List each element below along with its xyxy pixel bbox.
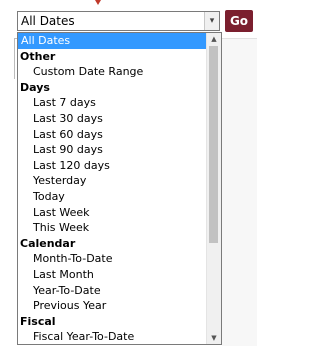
date-range-select[interactable]: All Dates ▾ <box>17 11 220 31</box>
dropdown-option[interactable]: Last 120 days <box>18 158 208 174</box>
option-list: All Dates Other Custom Date Range Days Last … <box>18 33 208 344</box>
date-range-dropdown-list[interactable]: All Dates Other Custom Date Range Days Last … <box>17 32 222 345</box>
scroll-thumb[interactable] <box>209 46 218 243</box>
option-group-label: Other <box>20 49 56 63</box>
dropdown-option[interactable]: Fiscal Year-To-Date <box>18 329 208 344</box>
go-button[interactable]: Go <box>225 10 253 32</box>
background-panel <box>222 38 257 346</box>
dropdown-option[interactable]: Last 30 days <box>18 111 208 127</box>
dropdown-option[interactable]: All Dates <box>18 33 208 49</box>
scrollbar[interactable]: ▲ ▼ <box>206 33 221 344</box>
option-group-label: Calendar <box>20 236 76 250</box>
selected-value: All Dates <box>21 14 75 28</box>
dropdown-option[interactable]: Last Month <box>18 267 208 283</box>
option-group-label: Days <box>20 80 50 94</box>
pointer-marker-icon <box>95 0 101 5</box>
dropdown-option[interactable]: Today <box>18 189 208 205</box>
dropdown-option[interactable]: Month-To-Date <box>18 251 208 267</box>
scroll-down-icon[interactable]: ▼ <box>207 332 221 344</box>
dropdown-option[interactable]: Year-To-Date <box>18 283 208 299</box>
dropdown-option[interactable]: Yesterday <box>18 173 208 189</box>
scroll-up-icon[interactable]: ▲ <box>207 33 221 45</box>
chevron-down-icon[interactable]: ▾ <box>204 12 219 30</box>
dropdown-option[interactable]: Last 60 days <box>18 127 208 143</box>
dropdown-option[interactable]: This Week <box>18 220 208 236</box>
dropdown-option[interactable]: Last 90 days <box>18 142 208 158</box>
dropdown-option[interactable]: Last 7 days <box>18 95 208 111</box>
dropdown-option[interactable]: Previous Year <box>18 298 208 314</box>
dropdown-option[interactable]: Last Week <box>18 205 208 221</box>
option-group-label: Fiscal <box>20 314 56 328</box>
dropdown-option[interactable]: Custom Date Range <box>18 64 208 80</box>
